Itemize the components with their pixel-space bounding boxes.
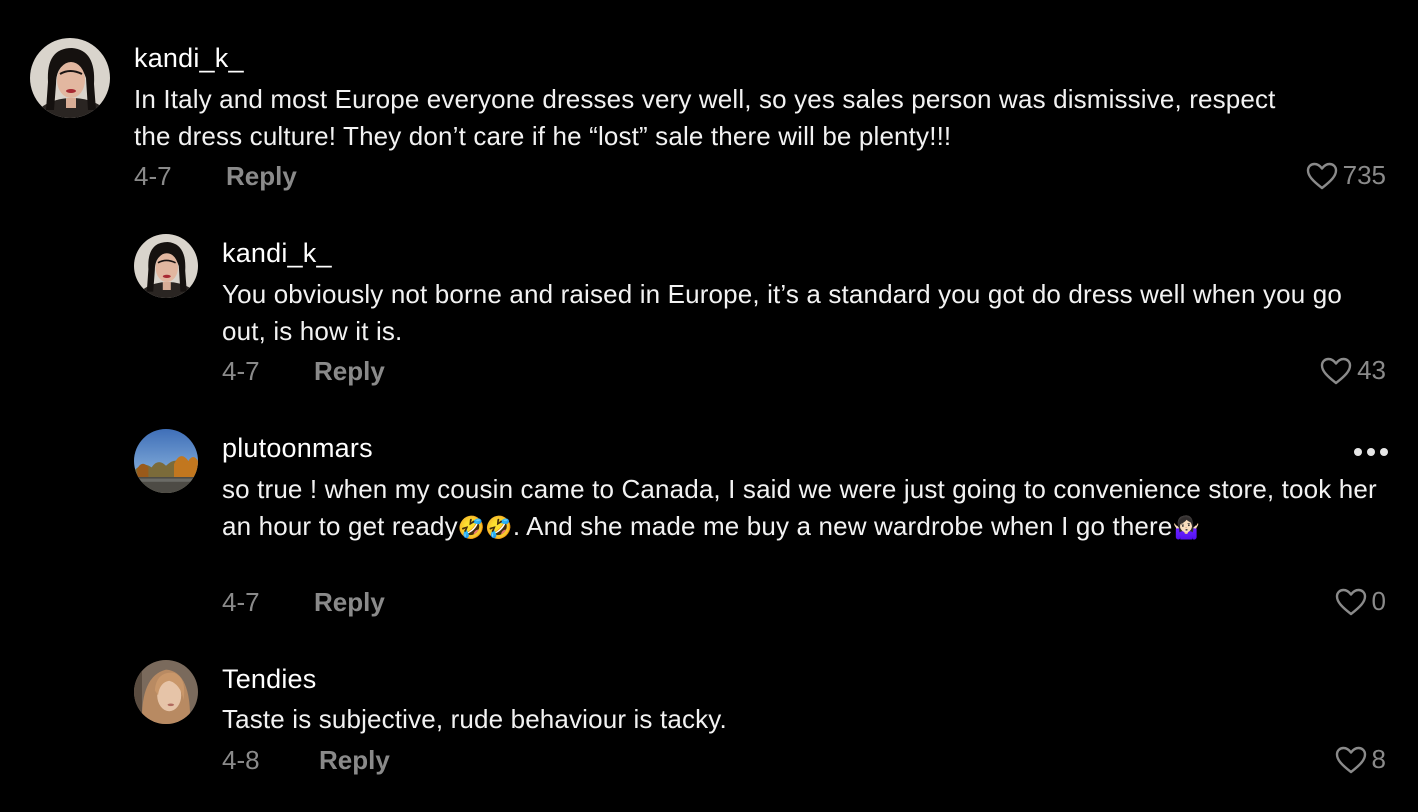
like-button[interactable]: 0 (1334, 586, 1386, 617)
avatar[interactable] (134, 660, 198, 724)
heart-outline-icon (1334, 587, 1368, 617)
like-count: 0 (1371, 586, 1386, 616)
like-count: 43 (1357, 355, 1386, 385)
comment-username[interactable]: kandi_k_ (222, 238, 332, 269)
avatar[interactable] (134, 234, 198, 298)
like-count: 8 (1371, 744, 1386, 774)
comment-date: 4-8 (222, 745, 260, 775)
reply-item: plutoonmars so true ! when my cousin cam… (0, 410, 1418, 640)
comment-text: so true ! when my cousin came to Canada,… (222, 471, 1382, 544)
like-count: 735 (1342, 160, 1386, 190)
ellipsis-icon (1354, 448, 1362, 456)
heart-outline-icon (1319, 356, 1353, 386)
comment-username[interactable]: plutoonmars (222, 433, 373, 464)
reply-item: kandi_k_ You obviously not borne and rai… (0, 210, 1418, 410)
shrug-emoji: 🤷🏻‍♀️ (1172, 514, 1200, 540)
more-options-button[interactable] (1354, 448, 1388, 456)
reply-button[interactable]: Reply (319, 745, 390, 776)
ellipsis-dot (1380, 448, 1388, 456)
comment-text-part: . And she made me buy a new wardrobe whe… (512, 510, 1173, 541)
comment-username[interactable]: kandi_k_ (134, 43, 244, 74)
like-button[interactable]: 735 (1305, 160, 1386, 191)
comment-date: 4-7 (222, 587, 260, 617)
like-button[interactable]: 43 (1319, 355, 1386, 386)
avatar[interactable] (134, 429, 198, 493)
ellipsis-dot (1367, 448, 1375, 456)
heart-outline-icon (1334, 745, 1368, 775)
comment-username[interactable]: Tendies (222, 664, 316, 695)
rofl-emoji: 🤣🤣 (457, 514, 513, 540)
comment-date: 4-7 (222, 356, 260, 386)
heart-outline-icon (1305, 161, 1339, 191)
comment-text: Taste is subjective, rude behaviour is t… (222, 704, 727, 734)
comment-date: 4-7 (134, 161, 172, 191)
comment-text: In Italy and most Europe everyone dresse… (134, 84, 1276, 151)
comment-item: kandi_k_ In Italy and most Europe everyo… (0, 0, 1418, 210)
reply-item: Tendies Taste is subjective, rude behavi… (0, 640, 1418, 812)
reply-button[interactable]: Reply (314, 356, 385, 387)
avatar[interactable] (30, 38, 110, 118)
like-button[interactable]: 8 (1334, 744, 1386, 775)
reply-button[interactable]: Reply (226, 161, 297, 192)
comment-text: You obviously not borne and raised in Eu… (222, 279, 1342, 346)
reply-button[interactable]: Reply (314, 587, 385, 618)
